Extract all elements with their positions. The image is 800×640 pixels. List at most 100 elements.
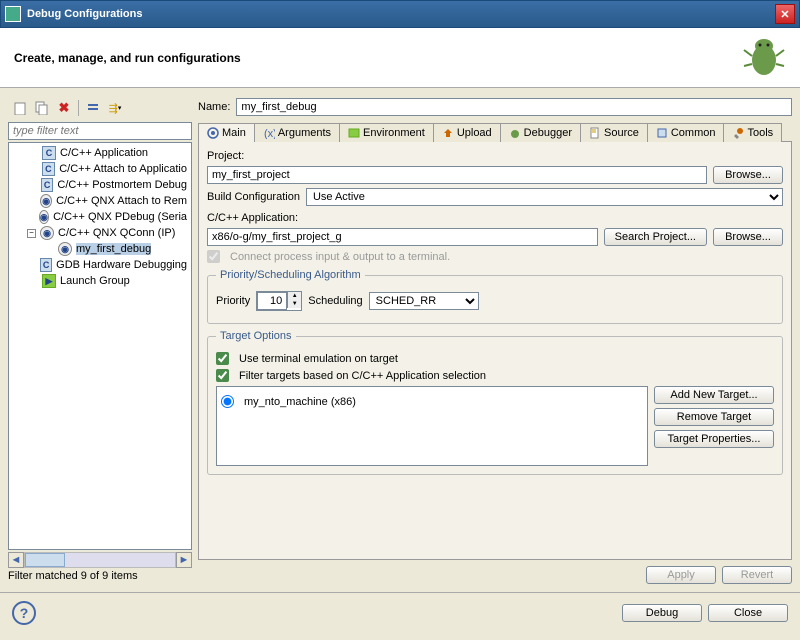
debugger-tab-icon <box>509 127 521 139</box>
dialog-header: Create, manage, and run configurations <box>0 28 800 88</box>
tree-item-label: GDB Hardware Debugging <box>56 259 187 271</box>
spin-down-icon[interactable]: ▼ <box>287 300 301 308</box>
spin-up-icon[interactable]: ▲ <box>287 292 301 300</box>
c-config-icon: C <box>42 146 56 160</box>
scheduling-select[interactable]: SCHED_RR <box>369 292 479 310</box>
tree-item[interactable]: ◉C/C++ QNX PDebug (Seria <box>11 209 189 225</box>
tree-item-label: C/C++ Attach to Applicatio <box>59 163 187 175</box>
config-toolbar: ✖ ⇶▾ <box>8 96 192 120</box>
build-config-label: Build Configuration <box>207 191 300 203</box>
gear-config-icon: ◉ <box>58 242 72 256</box>
priority-value-input[interactable] <box>257 292 287 310</box>
tools-tab-icon <box>732 127 744 139</box>
priority-legend: Priority/Scheduling Algorithm <box>216 269 365 281</box>
gear-config-icon: ◉ <box>40 194 52 208</box>
c-config-icon: C <box>42 162 56 176</box>
filter-targets-label: Filter targets based on C/C++ Applicatio… <box>239 370 486 382</box>
tab-common[interactable]: Common <box>647 123 725 142</box>
tab-label: Upload <box>457 127 492 139</box>
upload-tab-icon <box>442 127 454 139</box>
project-input[interactable] <box>207 166 707 184</box>
tree-item[interactable]: CC/C++ Postmortem Debug <box>11 177 189 193</box>
tab-label: Common <box>671 127 716 139</box>
target-properties-button[interactable]: Target Properties... <box>654 430 774 448</box>
use-terminal-label: Use terminal emulation on target <box>239 353 398 365</box>
app-icon <box>5 6 21 22</box>
target-options-legend: Target Options <box>216 330 296 342</box>
app-browse-button[interactable]: Browse... <box>713 228 783 246</box>
use-terminal-checkbox[interactable] <box>216 352 229 365</box>
priority-group: Priority/Scheduling Algorithm Priority ▲… <box>207 269 783 324</box>
tab-main-panel: Project: Browse... Build Configuration U… <box>198 142 792 560</box>
priority-spinner[interactable]: ▲▼ <box>256 291 302 311</box>
connect-terminal-label: Connect process input & output to a term… <box>230 251 450 263</box>
project-label: Project: <box>207 150 783 162</box>
new-config-button[interactable] <box>10 98 30 118</box>
target-options-group: Target Options Use terminal emulation on… <box>207 330 783 475</box>
common-tab-icon <box>656 127 668 139</box>
h-scrollbar[interactable]: ◄ ► <box>8 552 192 568</box>
scroll-left-icon[interactable]: ◄ <box>8 552 24 568</box>
remove-target-button[interactable]: Remove Target <box>654 408 774 426</box>
window-title: Debug Configurations <box>27 8 775 20</box>
tree-item-label: C/C++ QNX Attach to Rem <box>56 195 187 207</box>
project-browse-button[interactable]: Browse... <box>713 166 783 184</box>
config-name-input[interactable] <box>236 98 792 116</box>
filter-status: Filter matched 9 of 9 items <box>8 568 192 584</box>
tab-label: Debugger <box>524 127 572 139</box>
target-list[interactable]: my_nto_machine (x86) <box>216 386 648 466</box>
delete-config-button[interactable]: ✖ <box>54 98 74 118</box>
target-radio[interactable] <box>221 395 234 408</box>
filter-dropdown-button[interactable]: ⇶▾ <box>105 98 125 118</box>
tab-arguments[interactable]: (x)Arguments <box>254 123 340 142</box>
add-target-button[interactable]: Add New Target... <box>654 386 774 404</box>
application-input[interactable] <box>207 228 598 246</box>
c-config-icon: C <box>40 258 52 272</box>
debug-button[interactable]: Debug <box>622 604 702 622</box>
gear-config-icon: ◉ <box>39 210 49 224</box>
target-item-label: my_nto_machine (x86) <box>244 396 356 408</box>
tree-item[interactable]: ◉my_first_debug <box>11 241 189 257</box>
collapse-all-button[interactable] <box>83 98 103 118</box>
duplicate-config-button[interactable] <box>32 98 52 118</box>
gear-config-icon: ◉ <box>40 226 54 240</box>
tab-label: Main <box>222 127 246 139</box>
tab-tools[interactable]: Tools <box>723 123 782 142</box>
tab-bar: Main (x)Arguments Environment Upload Debugge… <box>198 122 792 142</box>
close-button[interactable]: Close <box>708 604 788 622</box>
scroll-right-icon[interactable]: ► <box>176 552 192 568</box>
revert-button[interactable]: Revert <box>722 566 792 584</box>
help-icon[interactable]: ? <box>12 601 36 625</box>
priority-label: Priority <box>216 295 250 307</box>
tree-item[interactable]: −◉ C/C++ QNX QConn (IP) <box>11 225 189 241</box>
tree-item[interactable]: ▶Launch Group <box>11 273 189 289</box>
connect-terminal-checkbox <box>207 250 220 263</box>
tab-debugger[interactable]: Debugger <box>500 123 581 142</box>
build-config-select[interactable]: Use Active <box>306 188 783 206</box>
tab-upload[interactable]: Upload <box>433 123 501 142</box>
svg-text:(x): (x) <box>264 128 275 139</box>
tree-item[interactable]: CC/C++ Attach to Applicatio <box>11 161 189 177</box>
filter-input[interactable] <box>8 122 192 140</box>
tree-item-label: C/C++ Postmortem Debug <box>57 179 187 191</box>
tree-expander-icon[interactable]: − <box>27 229 36 238</box>
tree-item-label: C/C++ QNX QConn (IP) <box>58 227 175 239</box>
tree-item-label: C/C++ Application <box>60 147 148 159</box>
window-close-button[interactable]: ✕ <box>775 4 795 24</box>
scheduling-label: Scheduling <box>308 295 362 307</box>
apply-button[interactable]: Apply <box>646 566 716 584</box>
filter-targets-checkbox[interactable] <box>216 369 229 382</box>
search-project-button[interactable]: Search Project... <box>604 228 707 246</box>
tree-item-label: Launch Group <box>60 275 130 287</box>
tree-item[interactable]: C C/C++ Application <box>11 145 189 161</box>
tree-item[interactable]: ◉ C/C++ QNX Attach to Rem <box>11 193 189 209</box>
tab-environment[interactable]: Environment <box>339 123 434 142</box>
tab-label: Environment <box>363 127 425 139</box>
config-tree[interactable]: CC/C++ ApplicationCC/C++ Attach to Appli… <box>8 142 192 550</box>
environment-tab-icon <box>348 127 360 139</box>
tab-main[interactable]: Main <box>198 123 255 142</box>
tab-source[interactable]: Source <box>580 123 648 142</box>
dialog-subtitle: Create, manage, and run configurations <box>14 51 241 65</box>
tree-item[interactable]: C GDB Hardware Debugging <box>11 257 189 273</box>
tab-label: Tools <box>747 127 773 139</box>
